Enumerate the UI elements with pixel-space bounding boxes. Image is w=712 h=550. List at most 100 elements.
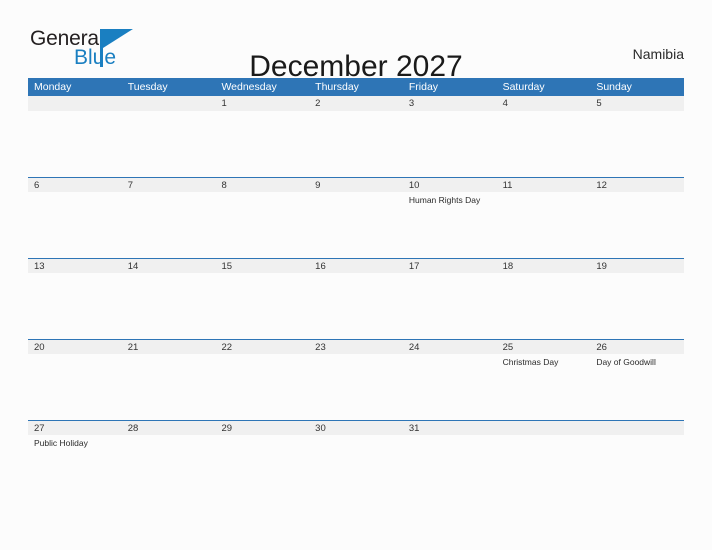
week-row: 13 14 15 16 17 18 19 xyxy=(28,258,684,339)
day-cell[interactable] xyxy=(403,435,497,501)
day-number[interactable]: 25 xyxy=(497,340,591,354)
day-number[interactable]: 7 xyxy=(122,178,216,192)
day-number[interactable]: 17 xyxy=(403,259,497,273)
day-cell[interactable] xyxy=(28,192,122,258)
day-number[interactable]: 26 xyxy=(590,340,684,354)
day-number[interactable]: 9 xyxy=(309,178,403,192)
day-cell[interactable] xyxy=(403,273,497,339)
day-number[interactable]: 30 xyxy=(309,421,403,435)
day-cell[interactable] xyxy=(122,111,216,177)
day-cell[interactable] xyxy=(309,354,403,420)
day-event-label: Public Holiday xyxy=(34,438,88,448)
day-cell[interactable]: Christmas Day xyxy=(497,354,591,420)
day-number[interactable]: 12 xyxy=(590,178,684,192)
weekday-header-sunday: Sunday xyxy=(596,81,632,93)
week-daynumber-band: 6 7 8 9 10 11 12 xyxy=(28,177,684,192)
day-cell[interactable]: Day of Goodwill xyxy=(590,354,684,420)
day-number[interactable] xyxy=(590,421,684,435)
day-number[interactable]: 4 xyxy=(497,96,591,111)
week-daynumber-band: 27 28 29 30 31 xyxy=(28,420,684,435)
day-cell[interactable] xyxy=(122,354,216,420)
week-event-band xyxy=(28,273,684,339)
day-cell[interactable] xyxy=(215,354,309,420)
day-number[interactable]: 8 xyxy=(215,178,309,192)
day-cell[interactable] xyxy=(215,111,309,177)
day-number[interactable]: 31 xyxy=(403,421,497,435)
day-number[interactable]: 16 xyxy=(309,259,403,273)
day-cell[interactable] xyxy=(497,192,591,258)
day-cell[interactable] xyxy=(122,435,216,501)
day-cell[interactable] xyxy=(590,192,684,258)
day-number[interactable]: 1 xyxy=(215,96,309,111)
day-number[interactable]: 6 xyxy=(28,178,122,192)
weekday-header-row: Monday Tuesday Wednesday Thursday Friday… xyxy=(28,78,684,96)
week-event-band: Public Holiday xyxy=(28,435,684,501)
day-number[interactable]: 5 xyxy=(590,96,684,111)
country-label: Namibia xyxy=(632,46,684,62)
day-number[interactable]: 13 xyxy=(28,259,122,273)
day-number[interactable]: 14 xyxy=(122,259,216,273)
day-event-label: Christmas Day xyxy=(502,357,559,367)
day-number[interactable]: 18 xyxy=(497,259,591,273)
day-number[interactable]: 20 xyxy=(28,340,122,354)
week-row: 6 7 8 9 10 11 12 Human Rights Day xyxy=(28,177,684,258)
day-cell[interactable] xyxy=(215,435,309,501)
week-event-band xyxy=(28,111,684,177)
day-cell[interactable] xyxy=(309,111,403,177)
day-number[interactable]: 29 xyxy=(215,421,309,435)
day-event-label: Day of Goodwill xyxy=(596,357,656,367)
day-number[interactable] xyxy=(122,96,216,111)
day-number[interactable]: 11 xyxy=(497,178,591,192)
day-number[interactable]: 10 xyxy=(403,178,497,192)
weekday-header-monday: Monday xyxy=(34,81,72,93)
day-number[interactable]: 21 xyxy=(122,340,216,354)
day-cell[interactable] xyxy=(590,273,684,339)
page-header: General Blue December 2027 Namibia xyxy=(0,0,712,83)
week-daynumber-band: 1 2 3 4 5 xyxy=(28,96,684,111)
day-cell[interactable] xyxy=(497,435,591,501)
day-cell[interactable] xyxy=(309,192,403,258)
day-event-label: Human Rights Day xyxy=(408,195,481,205)
weekday-header-saturday: Saturday xyxy=(502,81,545,93)
day-number[interactable]: 2 xyxy=(309,96,403,111)
day-cell[interactable] xyxy=(122,273,216,339)
week-row: 20 21 22 23 24 25 26 Christmas Day Day o… xyxy=(28,339,684,420)
day-cell[interactable] xyxy=(497,111,591,177)
weekday-header-wednesday: Wednesday xyxy=(221,81,277,93)
weekday-header-tuesday: Tuesday xyxy=(127,81,168,93)
day-number[interactable]: 3 xyxy=(403,96,497,111)
day-cell[interactable] xyxy=(28,273,122,339)
day-cell[interactable] xyxy=(28,354,122,420)
day-cell[interactable] xyxy=(122,192,216,258)
day-cell[interactable] xyxy=(590,435,684,501)
week-event-band: Human Rights Day xyxy=(28,192,684,258)
calendar-grid: Monday Tuesday Wednesday Thursday Friday… xyxy=(28,78,684,501)
week-event-band: Christmas Day Day of Goodwill xyxy=(28,354,684,420)
day-cell[interactable] xyxy=(28,111,122,177)
day-number[interactable]: 19 xyxy=(590,259,684,273)
day-cell[interactable] xyxy=(590,111,684,177)
day-number[interactable]: 23 xyxy=(309,340,403,354)
day-cell[interactable]: Public Holiday xyxy=(28,435,122,501)
day-number[interactable]: 28 xyxy=(122,421,216,435)
day-cell[interactable] xyxy=(215,273,309,339)
week-row: 1 2 3 4 5 xyxy=(28,96,684,177)
day-cell[interactable] xyxy=(309,273,403,339)
day-number[interactable]: 15 xyxy=(215,259,309,273)
day-cell[interactable]: Human Rights Day xyxy=(403,192,497,258)
day-number[interactable]: 27 xyxy=(28,421,122,435)
week-daynumber-band: 20 21 22 23 24 25 26 xyxy=(28,339,684,354)
day-cell[interactable] xyxy=(309,435,403,501)
week-daynumber-band: 13 14 15 16 17 18 19 xyxy=(28,258,684,273)
day-cell[interactable] xyxy=(403,354,497,420)
weekday-header-thursday: Thursday xyxy=(315,81,359,93)
day-number[interactable]: 22 xyxy=(215,340,309,354)
weekday-header-friday: Friday xyxy=(408,81,439,93)
day-number[interactable] xyxy=(28,96,122,111)
day-cell[interactable] xyxy=(403,111,497,177)
week-row: 27 28 29 30 31 Public Holiday xyxy=(28,420,684,501)
day-number[interactable] xyxy=(497,421,591,435)
day-cell[interactable] xyxy=(215,192,309,258)
day-cell[interactable] xyxy=(497,273,591,339)
day-number[interactable]: 24 xyxy=(403,340,497,354)
